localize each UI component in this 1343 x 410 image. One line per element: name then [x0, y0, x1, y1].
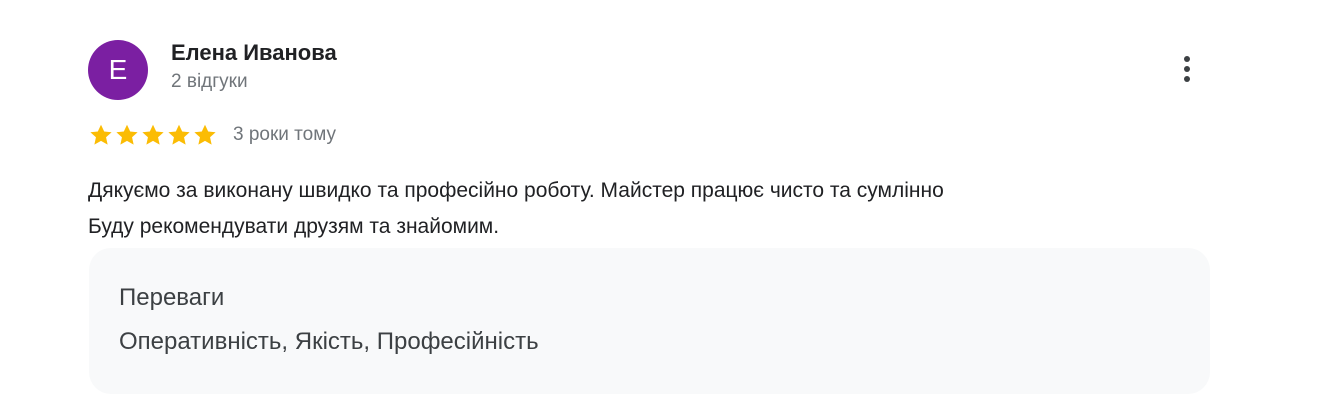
more-vert-icon: [1184, 66, 1190, 72]
attributes-value: Оперативність, Якість, Професійність: [119, 328, 539, 355]
star-icon: [168, 124, 190, 145]
review-text-line: Дякуємо за виконану швидко та професійно…: [88, 179, 944, 202]
star-icon: [90, 124, 112, 145]
star-icon: [194, 124, 216, 145]
star-rating: [88, 122, 218, 148]
review-card: Е Елена Иванова 2 відгуки 3 роки тому Дя…: [0, 0, 1343, 410]
review-date: 3 роки тому: [233, 124, 337, 145]
review-attributes: Переваги Оперативність, Якість, Професій…: [89, 248, 1210, 394]
star-icon: [142, 124, 164, 145]
avatar[interactable]: Е: [88, 40, 148, 100]
review-text-line: Буду рекомендувати друзям та знайомим.: [88, 215, 500, 238]
more-vert-icon: [1184, 56, 1190, 62]
star-icon: [116, 124, 138, 145]
author-review-count[interactable]: 2 відгуки: [171, 71, 248, 93]
avatar-initial: Е: [108, 54, 128, 85]
more-options-button[interactable]: [1168, 50, 1206, 88]
rating-row: 3 роки тому: [88, 120, 336, 150]
more-vert-icon: [1184, 76, 1190, 82]
review-text: Дякуємо за виконану швидко та професійно…: [88, 173, 1218, 245]
attributes-title: Переваги: [119, 284, 225, 311]
author-name[interactable]: Елена Иванова: [171, 40, 337, 66]
